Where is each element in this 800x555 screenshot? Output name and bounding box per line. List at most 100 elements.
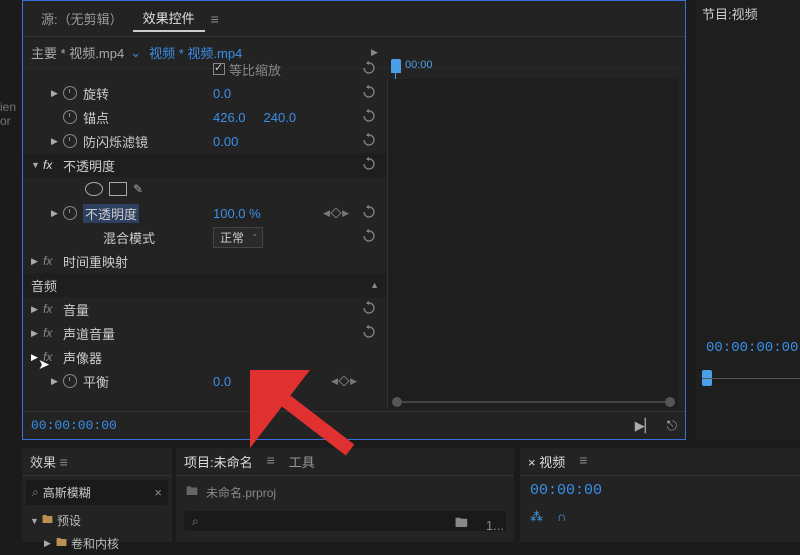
project-search-input[interactable]	[203, 513, 498, 529]
tab-tools[interactable]: 工具	[289, 452, 315, 471]
panel-menu-icon[interactable]: ≡	[267, 452, 275, 471]
anchor-y-value[interactable]: 240.0	[264, 110, 297, 125]
chevron-right-icon[interactable]: ▶	[44, 538, 56, 549]
snap-icon[interactable]: ⁂	[530, 509, 543, 525]
export-icon[interactable]: ⎋	[667, 418, 677, 434]
folder-icon: 🖿	[42, 511, 53, 530]
keyframe-diamond-icon[interactable]	[338, 375, 349, 386]
effects-search-row: ⌕ 高斯模糊 ×	[26, 480, 168, 505]
antiflicker-value[interactable]: 0.00	[213, 134, 238, 149]
stopwatch-icon[interactable]	[63, 86, 77, 100]
program-timecode[interactable]: 00:00:00:00	[706, 340, 798, 356]
chevron-right-icon[interactable]: ▶	[31, 256, 43, 267]
reset-icon[interactable]	[361, 324, 379, 342]
fx-icon[interactable]: fx	[43, 326, 57, 340]
search-icon: ⌕	[32, 485, 39, 500]
stopwatch-icon[interactable]	[63, 110, 77, 124]
opacity-section-label: 不透明度	[63, 156, 115, 175]
mask-tools-row: ✎	[23, 177, 387, 201]
sequence-panel: × 视频 ≡ 00:00:00 ⁂ ∩	[520, 448, 800, 542]
opacity-label: 不透明度	[83, 204, 139, 223]
fx-icon[interactable]: fx	[43, 158, 57, 172]
chevron-down-icon[interactable]: ▼	[31, 160, 43, 170]
project-filename: 未命名.prproj	[206, 484, 276, 501]
chevron-down-icon[interactable]: ▶	[31, 352, 43, 363]
stopwatch-icon[interactable]	[63, 374, 77, 388]
reset-icon[interactable]	[361, 60, 379, 78]
uniform-scale-checkbox[interactable]	[213, 63, 225, 75]
tab-project[interactable]: 项目:未命名	[184, 452, 253, 471]
collapse-icon[interactable]: ▲	[370, 280, 379, 290]
rect-mask-icon[interactable]	[109, 182, 127, 196]
timeline-scrollbar[interactable]	[392, 399, 675, 405]
fx-icon[interactable]: fx	[43, 302, 57, 316]
uniform-scale-row: 等比缩放	[23, 57, 387, 81]
reset-icon[interactable]	[361, 300, 379, 318]
antiflicker-label: 防闪烁滤镜	[83, 132, 148, 151]
magnet-icon[interactable]: ∩	[557, 509, 566, 525]
balance-value[interactable]: 0.0	[213, 374, 231, 389]
reset-icon[interactable]	[361, 204, 379, 222]
balance-label: 平衡	[83, 372, 109, 391]
effect-controls-panel: 源:（无剪辑） 效果控件 ≡ 主要 * 视频.mp4 ⌄ 视频 * 视频.mp4…	[22, 0, 686, 440]
opacity-value-row: ▶ 不透明度 100.0 % ◀ ▶	[23, 201, 387, 225]
chevron-right-icon[interactable]: ▶	[51, 88, 63, 99]
reset-icon[interactable]	[361, 156, 379, 174]
keyframe-nav[interactable]: ◀ ▶	[331, 376, 357, 387]
panel-menu-icon[interactable]: ≡	[60, 454, 68, 470]
blend-mode-select[interactable]: 正常 ⌄	[213, 227, 263, 248]
tab-sequence[interactable]: × 视频	[528, 452, 565, 471]
effect-timeline[interactable]	[387, 79, 679, 409]
timeremap-label: 时间重映射	[63, 252, 128, 271]
effects-search-input[interactable]: 高斯模糊	[43, 484, 155, 501]
scroll-thumb-right[interactable]	[665, 397, 675, 407]
reset-icon[interactable]	[361, 84, 379, 102]
ellipse-mask-icon[interactable]	[85, 182, 103, 196]
chevron-right-icon[interactable]: ▶	[51, 376, 63, 387]
tab-source[interactable]: 源:（无剪辑）	[31, 6, 133, 31]
chevron-right-icon[interactable]: ▶	[31, 328, 43, 339]
opacity-value[interactable]: 100.0 %	[213, 206, 261, 221]
play-icon[interactable]: ▶▏	[635, 418, 655, 434]
anchor-label: 锚点	[83, 108, 109, 127]
anchor-x-value[interactable]: 426.0	[213, 110, 246, 125]
clear-icon[interactable]: ×	[154, 485, 162, 500]
chevron-right-icon[interactable]: ▶	[51, 208, 63, 219]
panel-menu-icon[interactable]: ≡	[211, 11, 219, 27]
volume-label: 音量	[63, 300, 89, 319]
tab-effects[interactable]: 效果	[30, 455, 56, 470]
tab-program[interactable]: 节目:视频	[696, 0, 800, 27]
presets-folder[interactable]: ▼ 🖿 预设	[22, 509, 172, 532]
panel-menu-icon[interactable]: ≡	[579, 452, 587, 471]
channel-volume-label: 声道音量	[63, 324, 115, 343]
tab-effect-controls[interactable]: 效果控件	[133, 5, 205, 32]
stopwatch-icon[interactable]	[63, 206, 77, 220]
balance-row: ▶ 平衡 0.0 ◀ ▶	[23, 369, 387, 393]
reset-icon[interactable]	[361, 228, 379, 246]
sequence-timecode[interactable]: 00:00:00	[520, 476, 800, 505]
program-ruler[interactable]	[702, 370, 800, 390]
stopwatch-icon[interactable]	[63, 134, 77, 148]
footer-timecode[interactable]: 00:00:00:00	[31, 418, 117, 433]
lumetri-folder[interactable]: ▶ 🖿 卷和内核	[22, 532, 172, 555]
chevron-right-icon[interactable]: ▶	[51, 136, 63, 147]
chevron-down-icon[interactable]: ▼	[30, 516, 42, 526]
playhead-handle[interactable]	[391, 59, 401, 73]
search-icon: ⌕	[192, 514, 199, 529]
chevron-right-icon[interactable]: ▶	[31, 304, 43, 315]
fx-icon[interactable]: fx	[43, 254, 57, 268]
new-bin-icon[interactable]: 🖿	[455, 514, 468, 536]
keyframe-diamond-icon[interactable]	[330, 207, 341, 218]
property-list: 等比缩放 ▶ 旋转 0.0 ▶ 锚点 426.0 240.0 ▶ 防闪烁滤镜	[23, 57, 387, 409]
antiflicker-row: ▶ 防闪烁滤镜 0.00	[23, 129, 387, 153]
rotation-label: 旋转	[83, 84, 109, 103]
reset-icon[interactable]	[361, 108, 379, 126]
reset-icon[interactable]	[361, 132, 379, 150]
audio-section-label: 音频	[31, 276, 57, 295]
item-count: 1...	[486, 518, 504, 533]
scroll-thumb-left[interactable]	[392, 397, 402, 407]
keyframe-nav[interactable]: ◀ ▶	[323, 208, 349, 219]
rotation-value[interactable]: 0.0	[213, 86, 231, 101]
pen-mask-icon[interactable]: ✎	[133, 182, 143, 196]
fx-icon[interactable]: fx	[43, 350, 57, 364]
